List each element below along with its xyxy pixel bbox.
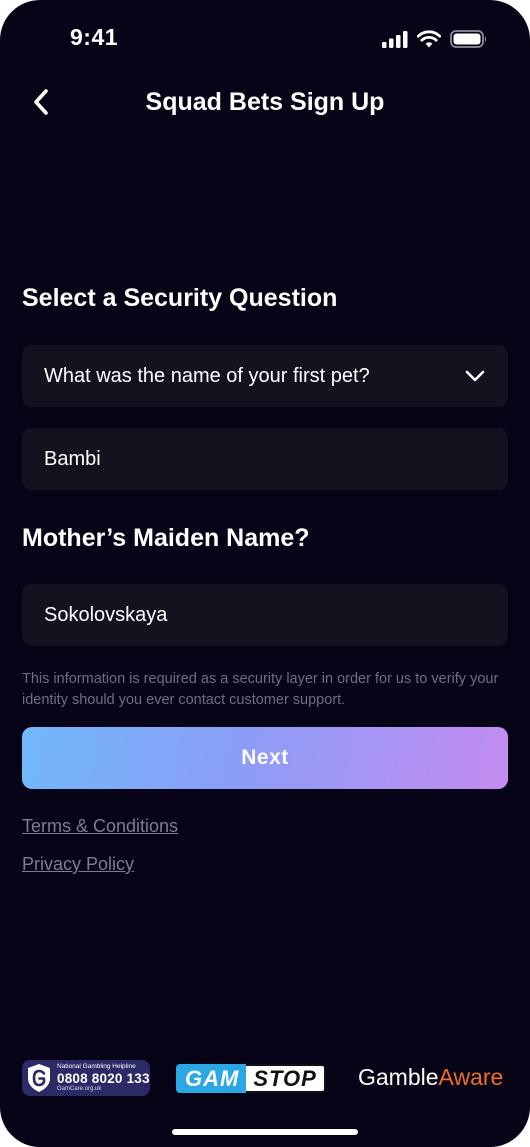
security-question-select[interactable]: What was the name of your first pet?: [22, 345, 508, 407]
status-time: 9:41: [70, 24, 119, 50]
next-button[interactable]: Next: [22, 727, 508, 789]
helpline-phone: 0808 8020 133: [57, 1070, 150, 1086]
battery-icon: [450, 30, 488, 53]
gamcare-helpline-badge[interactable]: National Gambling Helpline 0808 8020 133…: [22, 1060, 150, 1096]
gambleaware-aware: Aware: [438, 1064, 504, 1090]
selected-question: What was the name of your first pet?: [44, 364, 370, 387]
privacy-link[interactable]: Privacy Policy: [22, 854, 134, 875]
gambleaware-gamble: Gamble: [358, 1064, 439, 1090]
maiden-name-heading: Mother’s Maiden Name?: [22, 524, 310, 552]
chevron-down-icon: [464, 369, 486, 383]
gamstop-logo[interactable]: GAM STOP: [176, 1064, 326, 1093]
gamcare-text: National Gambling Helpline 0808 8020 133…: [57, 1063, 150, 1092]
wifi-icon: [416, 30, 442, 53]
security-question-heading: Select a Security Question: [22, 284, 338, 312]
status-icons: [382, 30, 488, 53]
gamcare-logo-icon: [26, 1063, 52, 1093]
gamcare-url: GamCare.org.uk: [57, 1086, 102, 1092]
phone-screen: 9:41 Squad Bets Sign Up Select a Securit…: [0, 0, 530, 1147]
maiden-name-input[interactable]: [22, 584, 508, 646]
gambleaware-logo[interactable]: GambleAware: [358, 1064, 503, 1091]
home-indicator[interactable]: [172, 1129, 358, 1135]
security-answer-input[interactable]: [22, 428, 508, 490]
helpline-label: National Gambling Helpline: [57, 1063, 136, 1070]
helper-text: This information is required as a securi…: [22, 671, 499, 708]
signal-icon: [382, 30, 408, 53]
page-title: Squad Bets Sign Up: [145, 88, 385, 116]
gamstop-gam: GAM: [176, 1064, 247, 1093]
gamstop-stop: STOP: [246, 1064, 326, 1093]
terms-link[interactable]: Terms & Conditions: [22, 816, 178, 837]
